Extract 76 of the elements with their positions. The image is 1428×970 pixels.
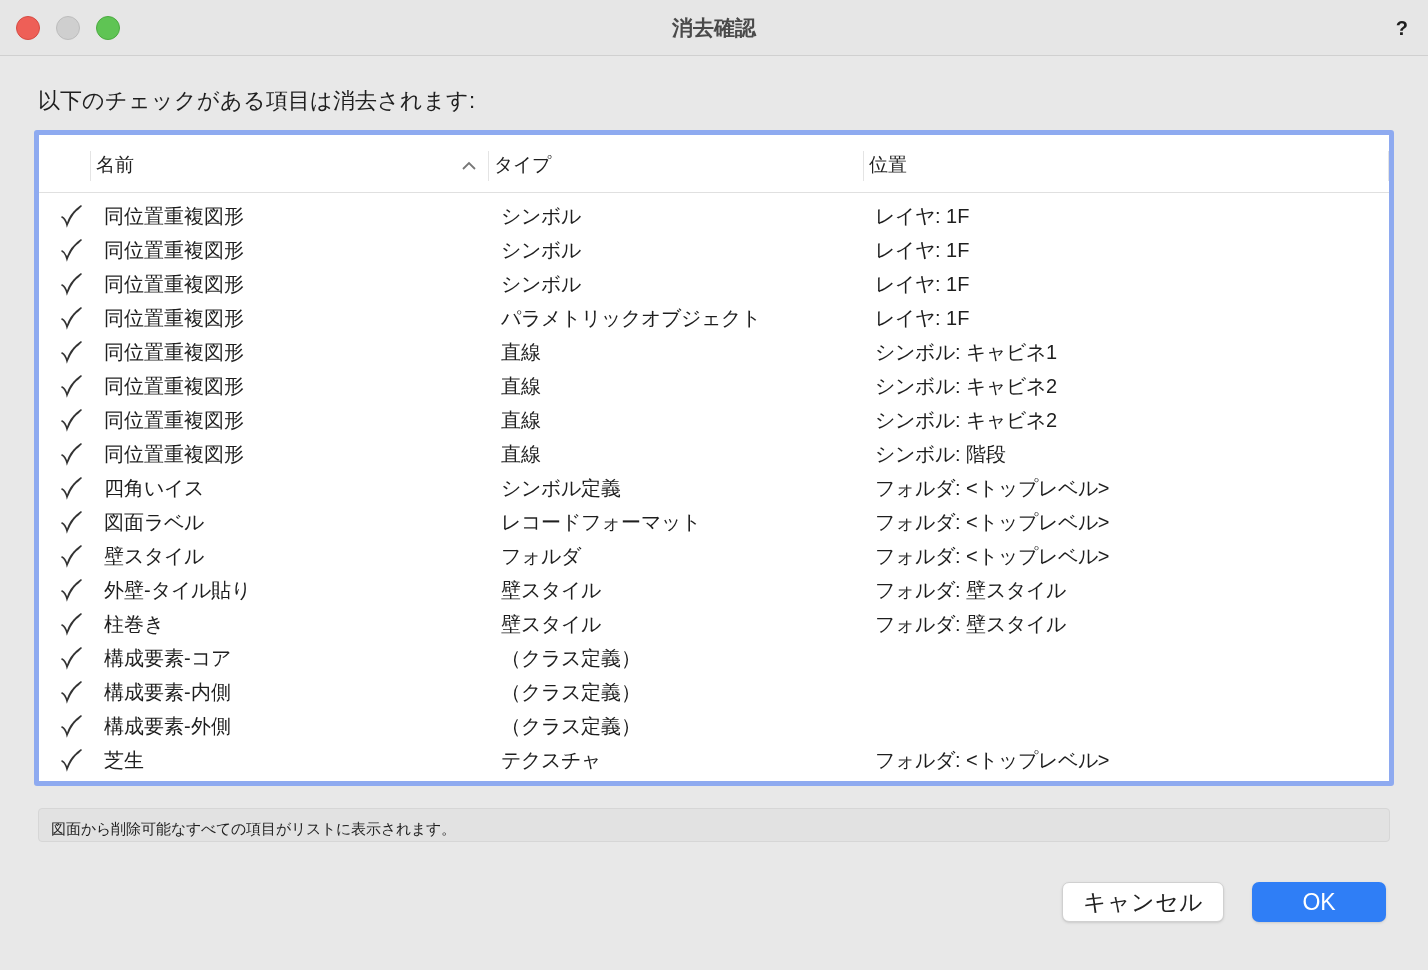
table-cell: 同位置重複図形: [104, 239, 244, 261]
ok-button[interactable]: OK: [1252, 882, 1386, 922]
table-cell: 直線: [501, 443, 541, 465]
checkmark[interactable]: [59, 306, 83, 330]
checkmark[interactable]: [59, 204, 83, 228]
table-cell: 構成要素-コア: [104, 647, 231, 669]
help-button[interactable]: ?: [1395, 12, 1408, 43]
checkmark[interactable]: [59, 510, 83, 534]
checkmark[interactable]: [59, 748, 83, 772]
checkmark[interactable]: [59, 374, 83, 398]
checkmark[interactable]: [59, 680, 83, 704]
checkmark[interactable]: [59, 578, 83, 602]
cancel-button[interactable]: キャンセル: [1062, 882, 1224, 922]
table-cell: 壁スタイル: [501, 613, 601, 635]
table-cell: フォルダ: [501, 545, 581, 567]
checkmark[interactable]: [59, 238, 83, 262]
table-cell: フォルダ: <トップレベル>: [875, 545, 1110, 567]
table-cell: 同位置重複図形: [104, 205, 244, 227]
table-cell: 同位置重複図形: [104, 443, 244, 465]
table-cell: 同位置重複図形: [104, 307, 244, 329]
table-cell: （クラス定義）: [501, 715, 641, 737]
table-cell: フォルダ: <トップレベル>: [875, 749, 1110, 771]
table-cell: テクスチャ: [501, 749, 601, 771]
table-cell: 構成要素-内側: [104, 681, 231, 703]
table-cell: 同位置重複図形: [104, 375, 244, 397]
table-cell: フォルダ: 壁スタイル: [875, 579, 1067, 601]
table-cell: シンボル: [501, 205, 581, 227]
table-cell: 直線: [501, 409, 541, 431]
checkmark[interactable]: [59, 476, 83, 500]
window-title: 消去確認: [672, 14, 756, 41]
checkmark[interactable]: [59, 272, 83, 296]
column-header[interactable]: タイプ: [489, 150, 864, 181]
table-cell: フォルダ: <トップレベル>: [875, 511, 1110, 533]
table-cell: シンボル: キャビネ2: [875, 409, 1058, 431]
table-cell: 同位置重複図形: [104, 341, 244, 363]
checkmark[interactable]: [59, 544, 83, 568]
table-cell: 構成要素-外側: [104, 715, 231, 737]
info-bar: 図面から削除可能なすべての項目がリストに表示されます。: [38, 808, 1390, 842]
checkmark[interactable]: [59, 612, 83, 636]
table-cell: シンボル: キャビネ2: [875, 375, 1058, 397]
checkmark[interactable]: [59, 714, 83, 738]
table-cell: レコードフォーマット: [501, 511, 701, 533]
table-cell: 壁スタイル: [104, 545, 204, 567]
table-cell: シンボル: 階段: [875, 443, 1007, 465]
table-cell: 同位置重複図形: [104, 273, 244, 295]
table-cell: シンボル定義: [501, 477, 621, 499]
sort-ascending-icon: [462, 161, 476, 170]
table-cell: 柱巻き: [104, 613, 164, 635]
checkmark[interactable]: [59, 646, 83, 670]
table-cell: レイヤ: 1F: [875, 205, 970, 227]
table-cell: レイヤ: 1F: [875, 239, 970, 261]
close-button[interactable]: [16, 15, 40, 40]
prompt-text: 以下のチェックがある項目は消去されます:: [38, 87, 477, 114]
table-cell: （クラス定義）: [501, 681, 641, 703]
table-cell: レイヤ: 1F: [875, 273, 970, 295]
table-cell: 芝生: [104, 749, 144, 771]
table-cell: 壁スタイル: [501, 579, 601, 601]
table-cell: 図面ラベル: [104, 511, 204, 533]
table-cell: 同位置重複図形: [104, 409, 244, 431]
table-cell: シンボル: [501, 239, 581, 261]
table-cell: （クラス定義）: [501, 647, 641, 669]
table-cell: 外壁-タイル貼り: [104, 579, 251, 601]
table-cell: パラメトリックオブジェクト: [501, 307, 761, 329]
checkmark[interactable]: [59, 442, 83, 466]
table-cell: シンボル: キャビネ1: [875, 341, 1058, 363]
checkmark[interactable]: [59, 340, 83, 364]
table-cell: 直線: [501, 341, 541, 363]
table-cell: シンボル: [501, 273, 581, 295]
table-cell: フォルダ: 壁スタイル: [875, 613, 1067, 635]
checkmark[interactable]: [59, 408, 83, 432]
table-cell: レイヤ: 1F: [875, 307, 970, 329]
column-header[interactable]: 位置: [864, 150, 1389, 181]
table-cell: フォルダ: <トップレベル>: [875, 477, 1110, 499]
table-cell: 直線: [501, 375, 541, 397]
column-header[interactable]: 名前: [91, 150, 489, 181]
table-cell: 四角いイス: [104, 477, 204, 499]
